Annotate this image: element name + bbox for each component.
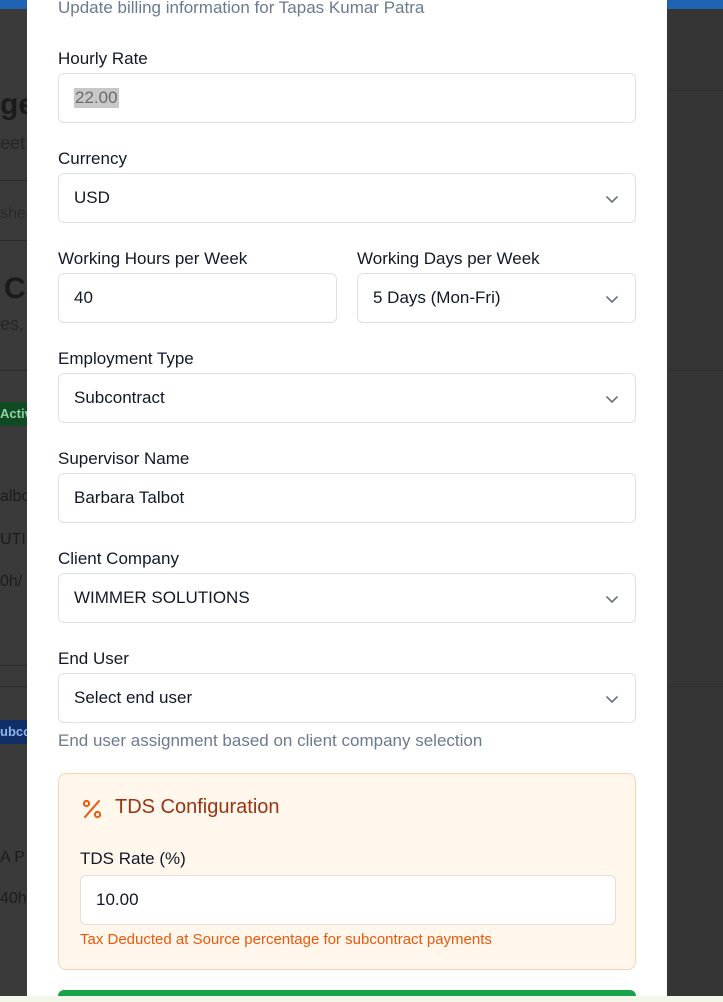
tds-configuration-panel: TDS Configuration TDS Rate (%) 10.00 Tax…: [58, 773, 636, 970]
working-hours-label: Working Hours per Week: [58, 249, 248, 268]
employment-type-select[interactable]: Subcontract: [58, 373, 636, 423]
background-section-subtitle: es,: [0, 314, 25, 334]
edit-billing-modal: Update billing information for Tapas Kum…: [27, 0, 667, 1002]
background-section-heading: C: [4, 272, 26, 305]
working-days-value: 5 Days (Mon-Fri): [373, 288, 501, 307]
hourly-rate-label: Hourly Rate: [58, 49, 148, 68]
currency-select[interactable]: USD: [58, 173, 636, 223]
working-days-label: Working Days per Week: [357, 249, 540, 268]
background-divider: [667, 90, 723, 91]
background-row-text: 0h/: [0, 573, 23, 590]
background-right-strip: [667, 9, 723, 996]
chevron-down-icon: [606, 596, 618, 603]
employment-type-value: Subcontract: [74, 388, 165, 407]
background-row-text: albo: [0, 488, 27, 505]
background-tab: she: [0, 205, 26, 222]
background-divider: [0, 370, 27, 371]
tds-rate-label: TDS Rate (%): [80, 849, 186, 868]
currency-label: Currency: [58, 149, 127, 168]
working-days-select[interactable]: 5 Days (Mon-Fri): [357, 273, 636, 323]
supervisor-label: Supervisor Name: [58, 449, 190, 468]
tds-rate-value: 10.00: [96, 890, 139, 909]
background-page-subtitle: eet: [0, 133, 26, 153]
employment-type-label: Employment Type: [58, 349, 194, 368]
end-user-select[interactable]: Select end user: [58, 673, 636, 723]
percent-icon: [82, 799, 102, 819]
working-hours-input[interactable]: 40: [58, 273, 337, 323]
client-company-value: WIMMER SOLUTIONS: [74, 588, 250, 607]
tds-title: TDS Configuration: [115, 796, 280, 818]
supervisor-input[interactable]: Barbara Talbot: [58, 473, 636, 523]
background-divider: [0, 665, 27, 666]
end-user-placeholder: Select end user: [74, 688, 193, 707]
tds-rate-input[interactable]: 10.00: [80, 875, 616, 925]
end-user-label: End User: [58, 649, 129, 668]
hourly-rate-value: 22.00: [74, 88, 119, 108]
modal-description: Update billing information for Tapas Kum…: [58, 0, 425, 17]
background-page-heading: ge: [0, 88, 27, 121]
client-company-select[interactable]: WIMMER SOLUTIONS: [58, 573, 636, 623]
hourly-rate-input[interactable]: 22.00: [58, 73, 636, 123]
background-row-text: A P: [0, 849, 25, 866]
end-user-hint: End user assignment based on client comp…: [58, 731, 483, 750]
tds-hint: Tax Deducted at Source percentage for su…: [80, 931, 492, 948]
background-type-badge: ubco: [0, 720, 27, 744]
background-row-text: UTI: [0, 531, 26, 548]
supervisor-value: Barbara Talbot: [74, 488, 185, 507]
currency-value: USD: [74, 188, 110, 207]
background-divider: [0, 686, 27, 687]
background-divider: [667, 686, 723, 687]
chevron-down-icon: [606, 696, 618, 703]
background-divider: [667, 370, 723, 371]
chevron-down-icon: [606, 196, 618, 203]
chevron-down-icon: [606, 296, 618, 303]
working-hours-value: 40: [74, 288, 93, 307]
background-status-badge: Activ: [0, 402, 27, 426]
bottom-edge-bar: [0, 996, 723, 1002]
chevron-down-icon: [606, 396, 618, 403]
background-divider: [0, 180, 27, 181]
client-company-label: Client Company: [58, 549, 179, 568]
background-row-text: 40h: [0, 890, 27, 907]
background-divider: [0, 240, 27, 241]
